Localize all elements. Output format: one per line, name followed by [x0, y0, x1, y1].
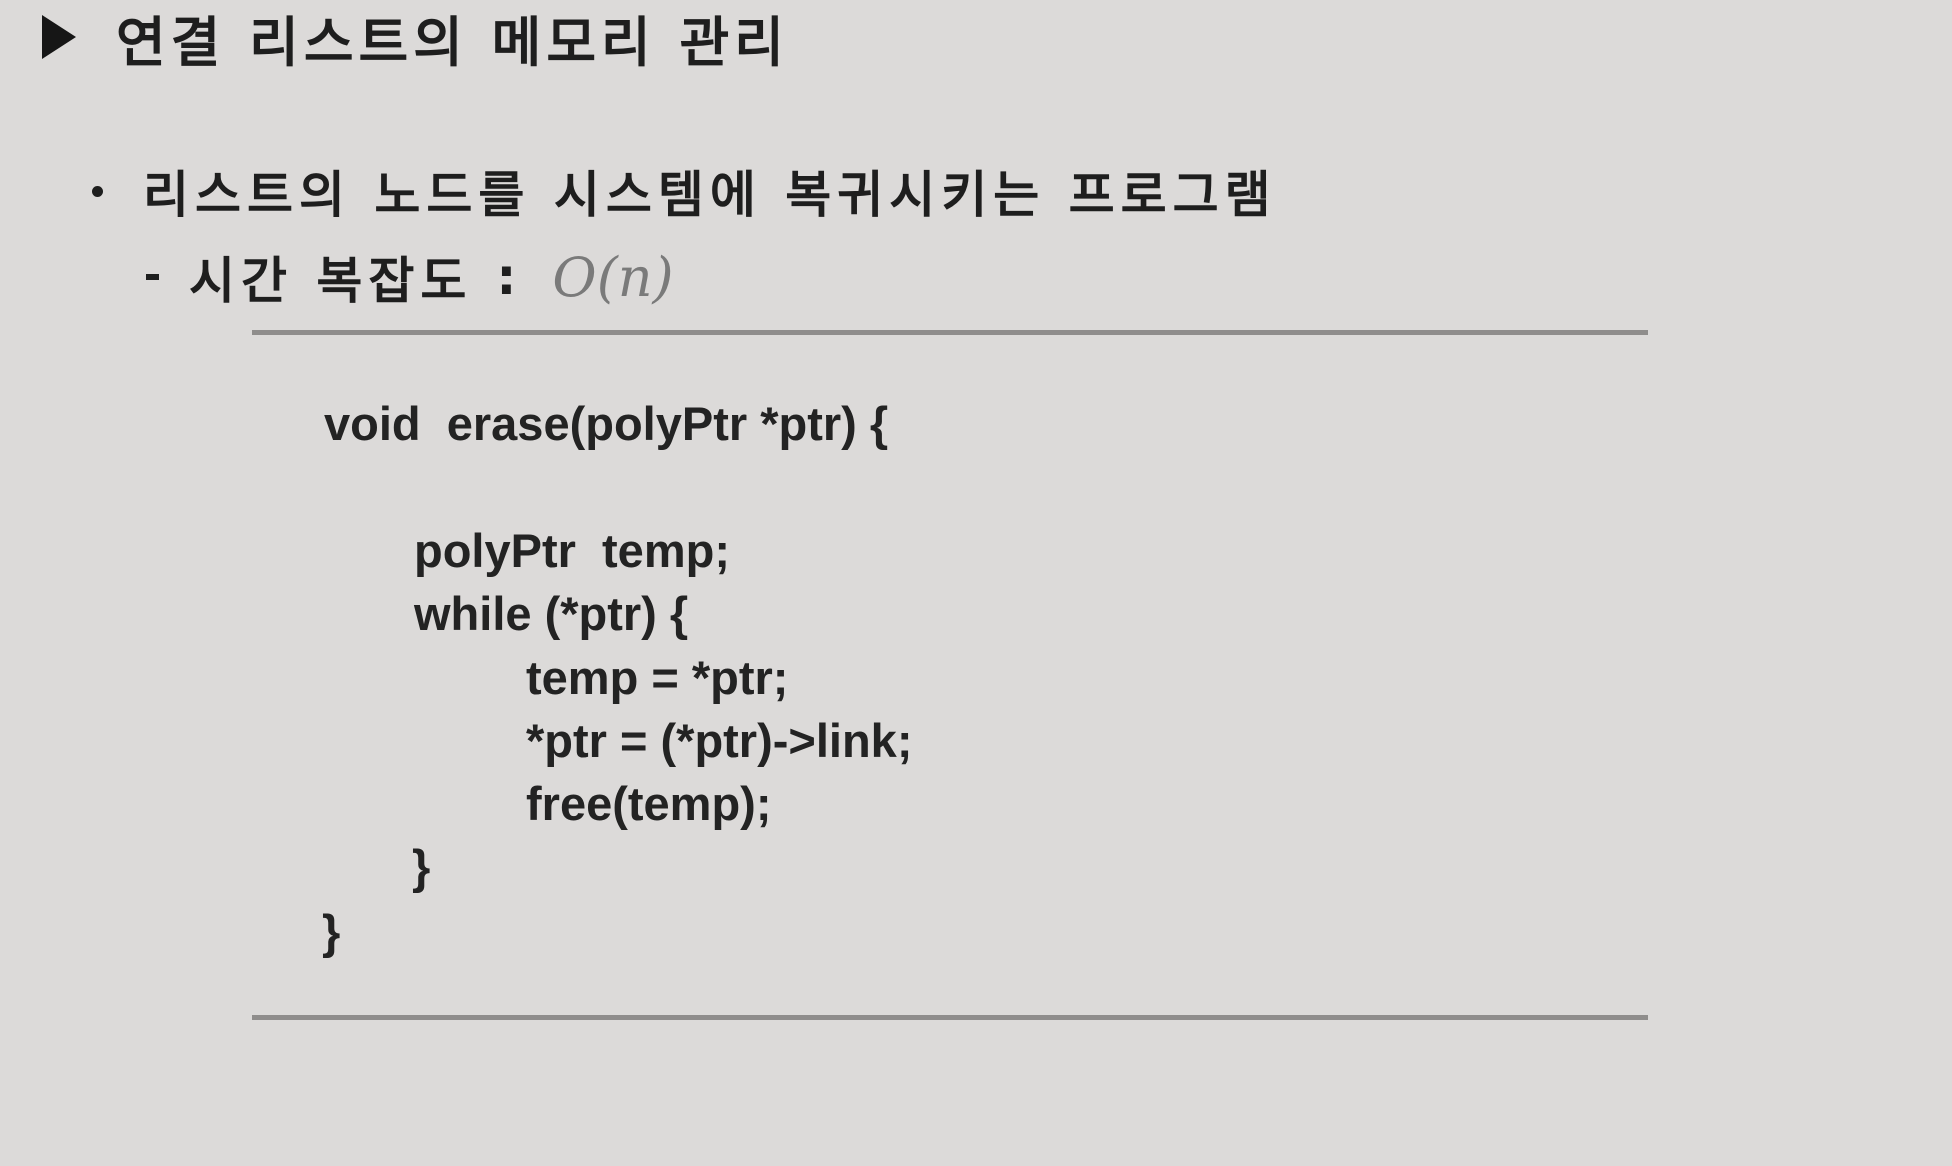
bullet-item: 리스트의 노드를 시스템에 복귀시키는 프로그램	[92, 158, 1277, 224]
code-line: while (*ptr) {	[414, 587, 689, 640]
heading-text: 연결 리스트의 메모리 관리	[116, 10, 789, 74]
code-line: free(temp);	[526, 777, 772, 830]
complexity-separator: :	[496, 248, 517, 306]
complexity-item: 시간 복잡도 : O(n)	[146, 244, 674, 310]
section-heading: 연결 리스트의 메모리 관리	[42, 0, 789, 74]
code-line: }	[412, 840, 431, 893]
code-bottom-rule	[252, 1015, 1648, 1020]
code-top-rule	[252, 330, 1648, 335]
code-line: void erase(polyPtr *ptr) {	[324, 397, 889, 450]
code-line: }	[322, 905, 341, 958]
code-line: *ptr = (*ptr)->link;	[526, 714, 913, 767]
bullet-text: 리스트의 노드를 시스템에 복귀시키는 프로그램	[143, 166, 1277, 224]
complexity-label: 시간 복잡도	[189, 252, 473, 310]
code-line: temp = *ptr;	[526, 651, 789, 704]
dot-bullet-icon	[92, 185, 103, 197]
dash-bullet-icon	[146, 274, 159, 280]
complexity-value: O(n)	[552, 245, 674, 309]
code-line: polyPtr temp;	[414, 524, 730, 577]
triangle-bullet-icon	[42, 15, 76, 59]
